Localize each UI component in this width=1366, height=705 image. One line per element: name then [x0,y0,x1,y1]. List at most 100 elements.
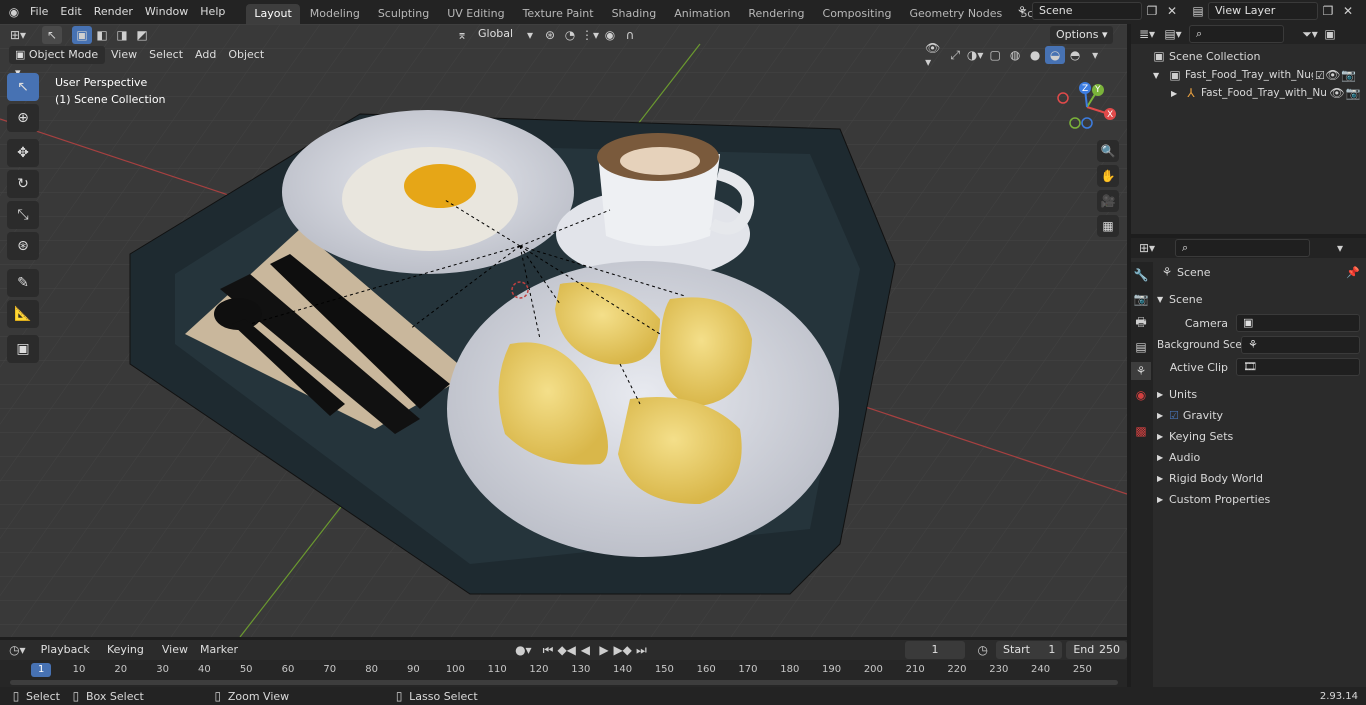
menu-view[interactable]: View [105,43,143,67]
pin-icon[interactable]: 📌 [1346,266,1360,279]
snap-target-icon[interactable]: ⋮▾ [580,26,600,44]
tab-geometry-nodes[interactable]: Geometry Nodes [901,4,1010,24]
tab-modeling[interactable]: Modeling [302,4,368,24]
wireframe-shading-icon[interactable]: ◍ [1005,46,1025,64]
menu-help[interactable]: Help [194,0,231,24]
menu-add[interactable]: Add [189,43,222,67]
editor-type-icon[interactable]: ⊞▾ [8,26,28,44]
checkbox-icon[interactable]: ☑ [1315,69,1325,82]
solid-shading-icon[interactable]: ● [1025,46,1045,64]
output-tab-icon[interactable]: 🖶 [1131,314,1151,332]
properties-editor-icon[interactable]: ⊞▾ [1137,239,1157,257]
timeline-scrollbar[interactable] [10,680,1118,685]
orientation-select[interactable]: Global [472,26,520,44]
shading-options-icon[interactable]: ▾ [1085,46,1105,64]
marker-menu[interactable]: Marker [194,638,244,662]
outliner-editor-icon[interactable]: ≣▾ [1137,25,1157,43]
rendered-shading-icon[interactable]: ◓ [1065,46,1085,64]
custom-properties-panel[interactable]: ▶ Custom Properties [1157,489,1360,509]
prev-keyframe-icon[interactable]: ◆◀ [557,641,576,659]
view-layer-tab-icon[interactable]: ▤ [1131,338,1151,356]
snap-icon[interactable]: ◔ [560,26,580,44]
filter-icon[interactable]: ⏷▾ [1300,25,1320,43]
scale-tool[interactable]: ⤡ [7,201,39,229]
play-icon[interactable]: ▶ [595,641,614,659]
render-tab-icon[interactable]: 📷 [1131,290,1151,308]
camera-icon[interactable]: 📷 [1341,66,1357,84]
active-clip-field[interactable]: 🎞 [1236,358,1360,376]
timeline-view-menu[interactable]: View [156,638,194,662]
move-tool[interactable]: ✥ [7,139,39,167]
tab-shading[interactable]: Shading [604,4,665,24]
timeline-ruler[interactable]: 1 10 20 30 40 50 60 70 80 90 100 110 120 130 140 150 160… [0,660,1127,687]
zoom-icon[interactable]: 🔍 [1097,140,1119,162]
play-reverse-icon[interactable]: ◀ [576,641,595,659]
texture-tab-icon[interactable]: ▩ [1131,422,1151,440]
overlay-icon[interactable]: ◑▾ [965,46,985,64]
ortho-toggle-icon[interactable]: ▦ [1097,215,1119,237]
pivot-icon[interactable]: ⊛ [540,26,560,44]
copy-scene-icon[interactable]: ❐ [1142,2,1162,20]
outliner-search-input[interactable]: ⌕ [1189,25,1284,43]
gizmo-toggle-icon[interactable]: ⤢ [945,46,965,64]
select-mode-new-icon[interactable]: ▣ [72,25,92,44]
select-mode-invert-icon[interactable]: ◩ [132,26,152,44]
annotate-tool[interactable]: ✎ [7,269,39,297]
background-scene-field[interactable]: ⚘ [1241,336,1360,354]
tab-rendering[interactable]: Rendering [740,4,812,24]
pan-hand-icon[interactable]: ✋ [1097,165,1119,187]
rotate-tool[interactable]: ↻ [7,170,39,198]
gravity-panel[interactable]: ▶ ☑ Gravity [1157,405,1360,425]
add-cube-tool[interactable]: ▣ [7,335,39,363]
tab-uv-editing[interactable]: UV Editing [439,4,512,24]
eye-icon[interactable]: 👁 [1329,84,1345,102]
select-box-tool[interactable]: ↖ [7,73,39,101]
tab-sculpting[interactable]: Sculpting [370,4,437,24]
select-tool-icon[interactable]: ↖ [42,25,62,44]
units-panel[interactable]: ▶ Units [1157,384,1360,404]
outliner-item[interactable]: ▶ ⅄ Fast_Food_Tray_with_Nu 👁 📷 [1131,84,1366,102]
end-frame-field[interactable]: End 250 [1066,641,1127,659]
select-mode-extend-icon[interactable]: ◧ [92,26,112,44]
next-keyframe-icon[interactable]: ▶◆ [613,641,632,659]
jump-end-icon[interactable]: ⏭ [632,641,651,659]
close-view-layer-icon[interactable]: ✕ [1338,2,1358,20]
start-frame-field[interactable]: Start 1 [996,641,1063,659]
tab-layout[interactable]: Layout [246,4,300,24]
properties-options-icon[interactable]: ▾ [1330,239,1350,257]
mode-select[interactable]: ▣ Object Mode ▾ [9,46,105,79]
camera-view-icon[interactable]: 🎥 [1097,190,1119,212]
chevron-down-icon[interactable]: ▾ [520,26,540,44]
camera-field[interactable]: ▣ [1236,314,1360,332]
scene-panel-header[interactable]: ▼ Scene [1157,289,1360,309]
menu-edit[interactable]: Edit [54,0,87,24]
scene-tab-icon[interactable]: ⚘ [1131,362,1151,380]
timeline-editor-icon[interactable]: ◷▾ [8,641,27,659]
menu-select[interactable]: Select [143,43,189,67]
orientation-icon[interactable]: ⌆ [452,26,472,44]
measure-tool[interactable]: 📐 [7,300,39,328]
scene-icon[interactable]: ⚘ [1012,2,1032,20]
options-button[interactable]: Options ▾ [1050,25,1114,44]
menu-file[interactable]: File [24,0,54,24]
tab-compositing[interactable]: Compositing [815,4,900,24]
select-mode-subtract-icon[interactable]: ◨ [112,26,132,44]
menu-object[interactable]: Object [222,43,270,67]
xray-icon[interactable]: ▢ [985,46,1005,64]
current-frame-field[interactable]: 1 [904,641,966,659]
keying-menu[interactable]: Keying ▾ [101,641,156,674]
clock-icon[interactable]: ◷ [973,641,992,659]
gravity-checkbox[interactable]: ☑ [1169,409,1179,422]
menu-render[interactable]: Render [88,0,139,24]
view-layer-field[interactable]: View Layer [1208,2,1318,20]
properties-search-input[interactable]: ⌕ [1175,239,1310,257]
camera-icon[interactable]: 📷 [1345,84,1361,102]
jump-start-icon[interactable]: ⏮ [539,641,558,659]
keying-sets-panel[interactable]: ▶ Keying Sets [1157,426,1360,446]
material-shading-icon[interactable]: ◒ [1045,46,1066,64]
proportional-edit-icon[interactable]: ◉ [600,26,620,44]
transform-tool[interactable]: ⊛ [7,232,39,260]
eye-icon[interactable]: 👁 [1325,66,1341,84]
new-collection-icon[interactable]: ▣ [1320,25,1340,43]
outliner-root[interactable]: ▣ Scene Collection [1131,46,1366,66]
